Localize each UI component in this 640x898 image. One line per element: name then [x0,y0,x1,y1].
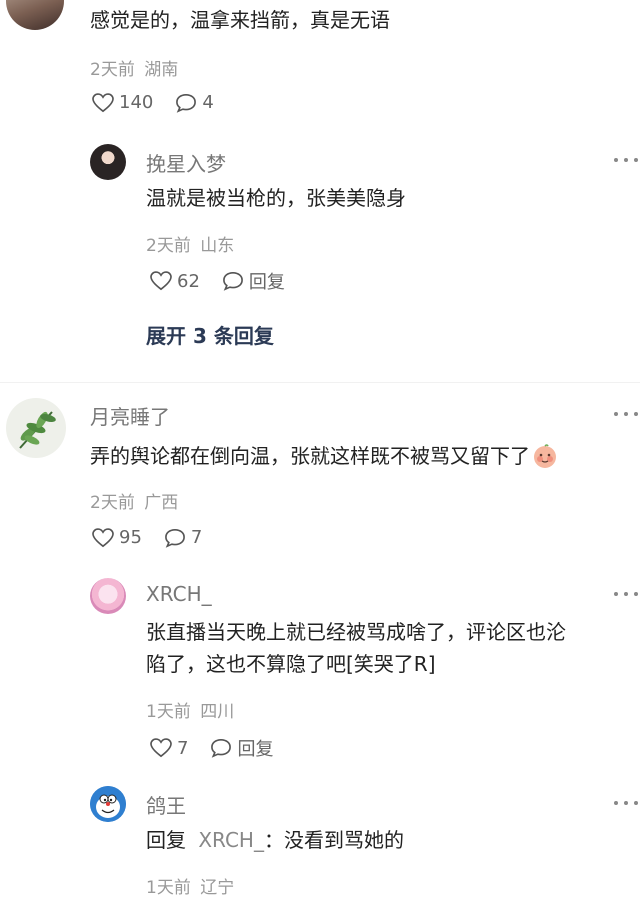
reply-prefix: 回复 [146,828,186,852]
more-options-button[interactable] [614,411,638,417]
more-options-button[interactable] [614,591,638,597]
reply-actions: 7 回复 [150,735,273,761]
reply-text: 回复 XRCH_：没看到骂她的 [146,824,404,856]
reply-text: 温就是被当枪的，张美美隐身 [146,186,406,210]
reply-button[interactable]: 回复 [210,735,273,761]
reply-time: 1天前 [146,878,191,898]
expand-replies-link[interactable]: 展开 3 条回复 [146,320,274,349]
reply-count: 7 [190,527,203,548]
reply-location: 四川 [200,702,235,722]
reply-text-line-1: 张直播当天晚上就已经被骂成啥了，评论区也沦 [146,620,566,644]
avatar-comment-2[interactable] [6,398,66,458]
reply-time: 1天前 [146,702,191,722]
comment-actions: 140 4 [92,92,214,113]
speech-bubble-icon [164,528,185,548]
like-count: 95 [119,527,142,548]
reply-username[interactable]: 挽星入梦 [146,148,226,177]
more-options-button[interactable] [614,800,638,806]
plant-sprig-icon [19,411,56,449]
comment-location: 湖南 [144,60,179,80]
comment-meta: 2天前 广西 [90,488,178,513]
cartoon-face-icon [90,786,126,822]
comment-time: 2天前 [90,493,135,513]
reply-meta: 1天前 四川 [146,697,234,722]
heart-outline-icon [92,527,114,547]
like-count: 62 [177,270,200,292]
like-button[interactable]: 62 [150,271,200,292]
speech-bubble-icon [176,93,197,113]
speech-bubble-icon [211,738,232,758]
avatar-reply-1[interactable] [90,144,126,180]
reply-time: 2天前 [146,236,191,256]
reply-text-line-2: 陷了，这也不算隐了吧[笑哭了R] [146,652,436,676]
divider [0,382,640,383]
comment-button[interactable]: 7 [164,527,202,548]
heart-outline-icon [92,92,114,112]
reply-username[interactable]: 鸽王 [146,790,186,819]
reply-actions: 62 回复 [150,268,285,294]
reply-username[interactable]: XRCH_ [146,582,212,606]
comment-time: 2天前 [90,60,135,80]
like-button[interactable]: 140 [92,92,153,113]
comment-meta: 2天前 湖南 [90,55,178,80]
comment-text: 感觉是的，温拿来挡箭，真是无语 [90,8,390,32]
avatar-comment-1[interactable] [6,0,64,30]
reply-label: 回复 [237,739,274,760]
avatar-reply-3[interactable] [90,786,126,822]
reply-location: 山东 [200,236,235,256]
comment-text: 弄的舆论都在倒向温，张就这样既不被骂又留下了 [90,440,558,472]
reply-button[interactable]: 回复 [222,268,285,294]
like-count: 140 [119,92,154,113]
comment-username[interactable]: 月亮睡了 [90,401,170,430]
more-options-button[interactable] [614,157,638,163]
blushing-face-emoji [532,443,558,469]
like-button[interactable]: 7 [150,738,188,759]
reply-label: 回复 [248,272,285,293]
comment-button[interactable]: 4 [175,92,214,113]
reply-location: 辽宁 [200,878,235,898]
heart-outline-icon [150,271,172,291]
like-count: 7 [177,737,189,759]
heart-outline-icon [150,738,172,758]
reply-meta: 2天前 山东 [146,231,234,256]
reply-target-username[interactable]: XRCH_ [198,828,264,852]
comment-location: 广西 [144,493,179,513]
reply-text-content: ：没看到骂她的 [263,828,404,852]
reply-count: 4 [202,92,214,113]
speech-bubble-icon [222,271,243,291]
reply-meta: 1天前 辽宁 [146,873,234,898]
like-button[interactable]: 95 [92,527,142,548]
comment-actions: 95 7 [92,527,202,548]
comment-text-content: 弄的舆论都在倒向温，张就这样既不被骂又留下了 [90,444,530,468]
avatar-reply-2[interactable] [90,578,126,614]
